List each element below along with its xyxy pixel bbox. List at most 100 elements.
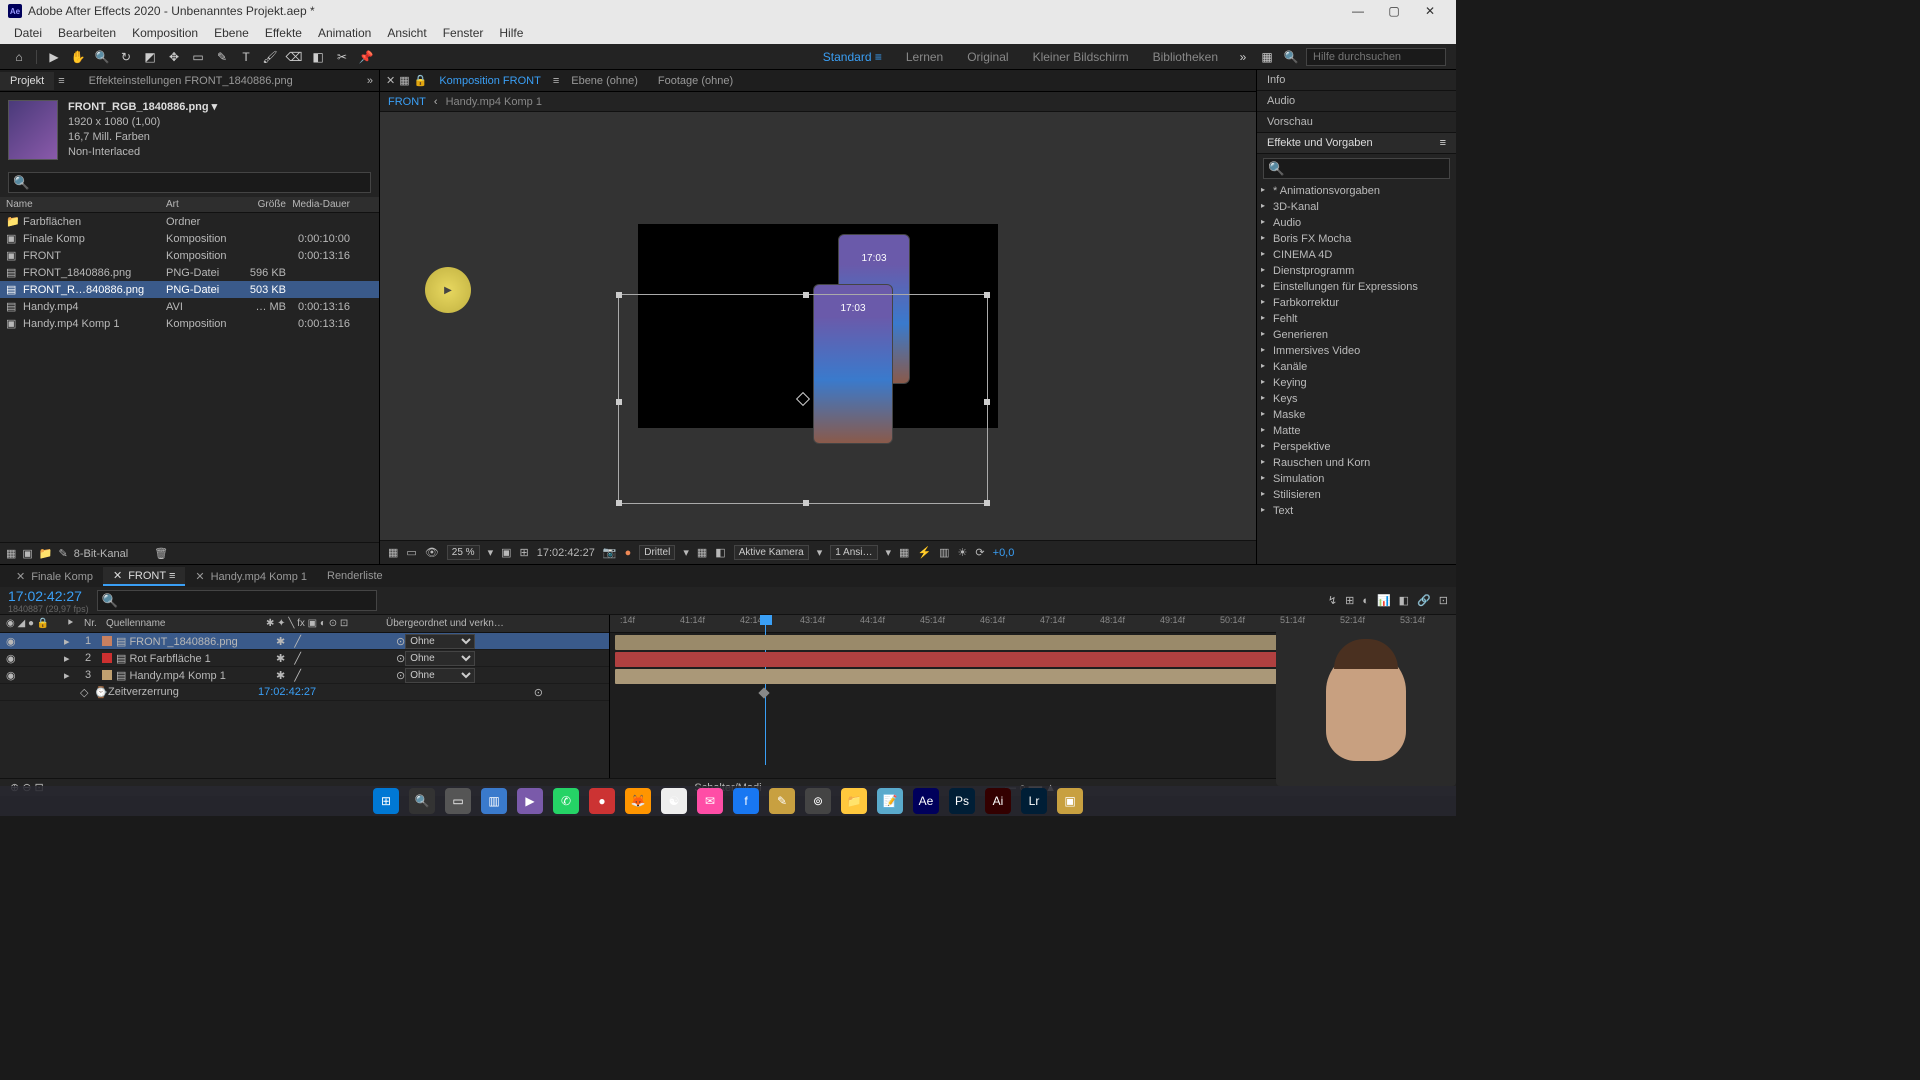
prop-value[interactable]: 17:02:42:27 bbox=[258, 686, 316, 698]
anchor-tool[interactable]: ✥ bbox=[165, 48, 183, 66]
taskbar-app[interactable]: ⊚ bbox=[805, 788, 831, 814]
brush-tool[interactable]: 🖌 bbox=[261, 48, 279, 66]
help-search-input[interactable] bbox=[1306, 48, 1446, 66]
effects-list[interactable]: * Animationsvorgaben3D-KanalAudioBoris F… bbox=[1257, 183, 1456, 564]
grid-icon[interactable]: ▦ bbox=[399, 74, 409, 87]
project-item[interactable]: ▤ FRONT_R…840886.pngPNG-Datei503 KB bbox=[0, 281, 379, 298]
col-parent[interactable]: Übergeordnet und verkn… bbox=[386, 618, 504, 629]
menu-hilfe[interactable]: Hilfe bbox=[491, 24, 531, 42]
trash-icon[interactable]: 🗑 bbox=[154, 547, 168, 560]
timeline-search-input[interactable] bbox=[97, 590, 377, 611]
breadcrumb-front[interactable]: FRONT bbox=[388, 96, 426, 108]
camera-tool[interactable]: ◩ bbox=[141, 48, 159, 66]
clone-tool[interactable]: ⌫ bbox=[285, 48, 303, 66]
zoom-dropdown[interactable]: 25 % bbox=[447, 545, 480, 560]
effect-category[interactable]: Generieren bbox=[1257, 327, 1456, 343]
project-list[interactable]: 📁 FarbflächenOrdner▣ Finale KompKomposit… bbox=[0, 213, 379, 542]
effect-category[interactable]: Keying bbox=[1257, 375, 1456, 391]
link-icon[interactable]: 🔗 bbox=[1417, 594, 1431, 607]
channel-icon[interactable]: ▭ bbox=[406, 546, 416, 559]
col-size[interactable]: Größe bbox=[236, 199, 286, 210]
effect-category[interactable]: Farbkorrektur bbox=[1257, 295, 1456, 311]
shape-tool[interactable]: ▭ bbox=[189, 48, 207, 66]
menu-fenster[interactable]: Fenster bbox=[435, 24, 492, 42]
taskbar-app[interactable]: ● bbox=[589, 788, 615, 814]
preview-panel[interactable]: Vorschau bbox=[1257, 112, 1456, 133]
draft-icon[interactable]: ◧ bbox=[1399, 594, 1409, 607]
project-item[interactable]: ▣ Finale KompKomposition0:00:10:00 bbox=[0, 230, 379, 247]
timeline-layer[interactable]: ◉▸3▤ Handy.mp4 Komp 1✱ ╱⊙ Ohne bbox=[0, 667, 609, 684]
transparent-icon[interactable]: ▦ bbox=[697, 546, 707, 559]
project-item[interactable]: ▣ FRONTKomposition0:00:13:16 bbox=[0, 247, 379, 264]
menu-ebene[interactable]: Ebene bbox=[206, 24, 257, 42]
minimize-button[interactable]: — bbox=[1340, 4, 1376, 18]
expr-icon[interactable]: ⊡ bbox=[1439, 594, 1448, 607]
taskbar-app[interactable]: 📝 bbox=[877, 788, 903, 814]
breadcrumb-handy[interactable]: Handy.mp4 Komp 1 bbox=[446, 96, 542, 108]
color-icon[interactable]: ● bbox=[625, 547, 632, 559]
viewer[interactable]: 17:03 17:03 bbox=[380, 112, 1256, 540]
menu-bearbeiten[interactable]: Bearbeiten bbox=[50, 24, 124, 42]
bitdepth-label[interactable]: 8-Bit-Kanal bbox=[74, 548, 128, 560]
project-search-input[interactable] bbox=[8, 172, 371, 193]
fast-preview-icon[interactable]: ⚡ bbox=[917, 546, 931, 559]
workspace-standard[interactable]: Standard ≡ bbox=[813, 48, 892, 66]
keyframe[interactable] bbox=[758, 687, 769, 698]
taskbar-app[interactable]: ▶ bbox=[517, 788, 543, 814]
col-nr[interactable]: Nr. bbox=[84, 618, 106, 629]
taskbar-app[interactable]: ✆ bbox=[553, 788, 579, 814]
adjust-exposure-icon[interactable]: ☀ bbox=[958, 546, 968, 559]
effect-category[interactable]: 3D-Kanal bbox=[1257, 199, 1456, 215]
taskbar-app[interactable]: 🦊 bbox=[625, 788, 651, 814]
timeline-timecode[interactable]: 17:02:42:27 bbox=[8, 588, 89, 604]
taskbar-app[interactable]: ☯ bbox=[661, 788, 687, 814]
timecode-display[interactable]: 17:02:42:27 bbox=[537, 547, 595, 559]
timeline-tab[interactable]: ✕Finale Komp bbox=[6, 568, 103, 585]
menu-datei[interactable]: Datei bbox=[6, 24, 50, 42]
effect-category[interactable]: Immersives Video bbox=[1257, 343, 1456, 359]
menu-effekte[interactable]: Effekte bbox=[257, 24, 310, 42]
project-item[interactable]: ▤ FRONT_1840886.pngPNG-Datei596 KB bbox=[0, 264, 379, 281]
playhead[interactable] bbox=[760, 615, 772, 625]
project-item[interactable]: ▣ Handy.mp4 Komp 1Komposition0:00:13:16 bbox=[0, 315, 379, 332]
shy-icon[interactable]: ↯ bbox=[1328, 594, 1337, 607]
camera-dropdown[interactable]: Aktive Kamera bbox=[734, 545, 809, 560]
region-icon[interactable]: ◧ bbox=[715, 546, 725, 559]
frame-blend-icon[interactable]: ⊞ bbox=[1345, 594, 1354, 607]
resolution-dropdown[interactable]: Drittel bbox=[639, 545, 675, 560]
workspace-original[interactable]: Original bbox=[957, 48, 1018, 66]
taskbar-app[interactable]: ✉ bbox=[697, 788, 723, 814]
zoom-tool[interactable]: 🔍 bbox=[93, 48, 111, 66]
new-comp-icon[interactable]: ▣ bbox=[22, 547, 32, 560]
taskbar-app[interactable]: ▣ bbox=[1057, 788, 1083, 814]
pixel-icon[interactable]: ▦ bbox=[899, 546, 909, 559]
effect-controls-tab[interactable]: Effekteinstellungen FRONT_1840886.png bbox=[79, 72, 303, 90]
roto-tool[interactable]: ✂ bbox=[333, 48, 351, 66]
selection-tool[interactable]: ▶ bbox=[45, 48, 63, 66]
project-item[interactable]: 📁 FarbflächenOrdner bbox=[0, 213, 379, 230]
ruler-icon[interactable]: ⊞ bbox=[520, 546, 529, 559]
maximize-button[interactable]: ▢ bbox=[1376, 4, 1412, 18]
timeline-tab[interactable]: ✕FRONT ≡ bbox=[103, 567, 185, 586]
taskbar-app[interactable]: ⊞ bbox=[373, 788, 399, 814]
effect-category[interactable]: Fehlt bbox=[1257, 311, 1456, 327]
col-source[interactable]: Quellenname bbox=[106, 618, 266, 629]
taskbar-app[interactable]: Lr bbox=[1021, 788, 1047, 814]
effect-category[interactable]: CINEMA 4D bbox=[1257, 247, 1456, 263]
effect-category[interactable]: Keys bbox=[1257, 391, 1456, 407]
workspace-menu-icon[interactable]: » bbox=[1234, 48, 1252, 66]
snapshot-icon[interactable]: 📷 bbox=[603, 546, 617, 559]
rotate-tool[interactable]: ↻ bbox=[117, 48, 135, 66]
project-item[interactable]: ▤ Handy.mp4AVI… MB0:00:13:16 bbox=[0, 298, 379, 315]
panel-layout-icon[interactable]: ▦ bbox=[1258, 48, 1276, 66]
workspace-kleiner bildschirm[interactable]: Kleiner Bildschirm bbox=[1023, 48, 1139, 66]
col-dur[interactable]: Media-Dauer bbox=[286, 199, 356, 210]
col-name[interactable]: Name bbox=[6, 199, 146, 210]
home-icon[interactable]: ⌂ bbox=[10, 48, 28, 66]
menu-komposition[interactable]: Komposition bbox=[124, 24, 206, 42]
taskbar-app[interactable]: ▭ bbox=[445, 788, 471, 814]
taskbar-app[interactable]: 🔍 bbox=[409, 788, 435, 814]
effect-category[interactable]: * Animationsvorgaben bbox=[1257, 183, 1456, 199]
footage-tab[interactable]: Footage (ohne) bbox=[650, 73, 741, 89]
safe-zones-icon[interactable]: ▣ bbox=[501, 546, 511, 559]
